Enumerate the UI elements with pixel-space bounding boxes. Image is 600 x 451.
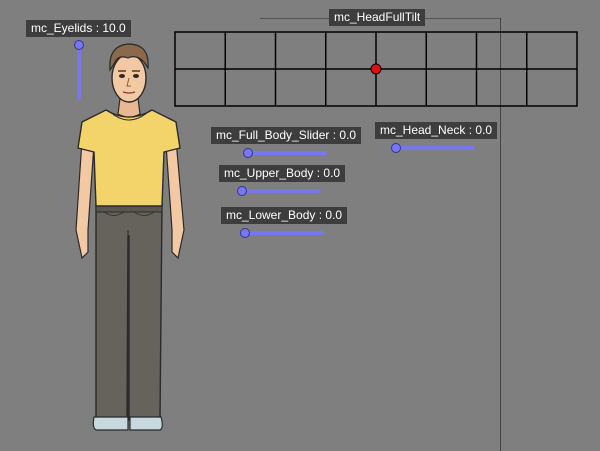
- full-body-slider-label: mc_Full_Body_Slider : 0.0: [211, 127, 362, 144]
- character-rig-canvas: mc_Eyelids : 10.0 mc_HeadFullTilt mc_Ful…: [0, 0, 600, 451]
- head-full-tilt-name: mc_HeadFullTilt: [334, 10, 421, 24]
- character-pants: [95, 203, 163, 421]
- full-body-slider-value: 0.0: [339, 128, 357, 142]
- eyelids-value: 10.0: [102, 21, 126, 35]
- upper-body-slider-track[interactable]: [237, 189, 321, 193]
- lower-body-label: mc_Lower_Body : 0.0: [221, 207, 348, 224]
- eyelids-name: mc_Eyelids: [31, 21, 93, 35]
- lower-body-slider-track[interactable]: [240, 231, 324, 235]
- upper-body-name: mc_Upper_Body: [224, 166, 314, 180]
- lower-body-slider-knob[interactable]: [240, 228, 250, 238]
- character-shoes: [92, 416, 163, 431]
- head-neck-name: mc_Head_Neck: [380, 123, 466, 137]
- head-full-tilt-grid[interactable]: [174, 31, 578, 107]
- head-neck-slider-track[interactable]: [391, 146, 475, 150]
- head-neck-label: mc_Head_Neck : 0.0: [375, 122, 498, 139]
- lower-body-name: mc_Lower_Body: [226, 208, 316, 222]
- eyelids-label: mc_Eyelids : 10.0: [26, 20, 131, 37]
- lower-body-value: 0.0: [325, 208, 343, 222]
- full-body-slider-track[interactable]: [243, 151, 327, 155]
- tilt-grid-handle[interactable]: [370, 63, 382, 75]
- full-body-slider-knob[interactable]: [243, 148, 253, 158]
- head-neck-slider-knob[interactable]: [391, 143, 401, 153]
- character-head: [109, 43, 149, 103]
- upper-body-value: 0.0: [323, 166, 341, 180]
- head-neck-slider[interactable]: [391, 142, 475, 154]
- upper-body-label: mc_Upper_Body : 0.0: [219, 165, 346, 182]
- head-neck-value: 0.0: [475, 123, 493, 137]
- head-full-tilt-grid-svg[interactable]: [174, 31, 578, 107]
- head-full-tilt-label: mc_HeadFullTilt: [329, 9, 426, 26]
- upper-body-slider[interactable]: [237, 185, 321, 197]
- character-figure-svg: [75, 43, 185, 431]
- upper-body-slider-knob[interactable]: [237, 186, 247, 196]
- lower-body-slider[interactable]: [240, 227, 324, 239]
- full-body-slider[interactable]: [243, 147, 327, 159]
- character-figure: [72, 40, 188, 434]
- full-body-slider-name: mc_Full_Body_Slider: [216, 128, 330, 142]
